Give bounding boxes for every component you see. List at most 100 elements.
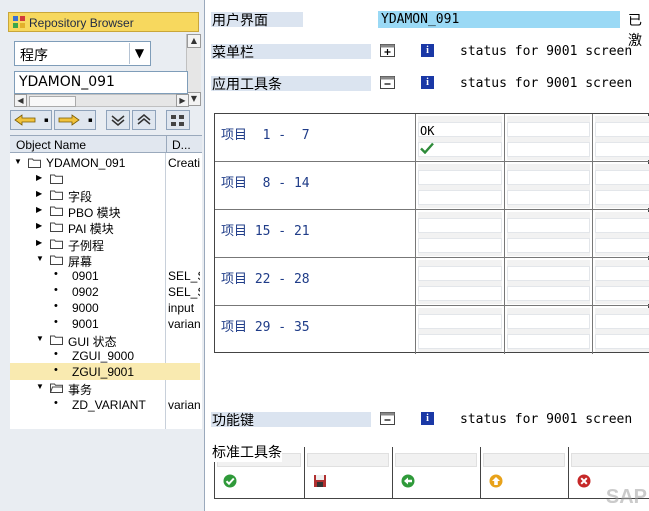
scrollbar-thumb[interactable] bbox=[29, 96, 76, 107]
tree-node[interactable]: ▶ 字段 bbox=[10, 186, 200, 204]
tree-node-label: 0902 bbox=[72, 284, 99, 299]
tree-node[interactable]: • 0902 SEL_S bbox=[10, 283, 200, 300]
function-text-field[interactable] bbox=[595, 238, 649, 253]
scroll-down-arrow-icon[interactable]: ▼ bbox=[187, 92, 201, 106]
scroll-left-arrow-icon[interactable]: ◀ bbox=[14, 94, 27, 107]
tree-node[interactable]: • ZGUI_9001 bbox=[10, 363, 200, 381]
collapse-node-icon[interactable]: ▼ bbox=[14, 157, 22, 166]
tree-node[interactable]: • 9001 variant bbox=[10, 315, 200, 332]
tree-node[interactable]: ▶ 子例程 bbox=[10, 235, 200, 253]
expand-node-icon[interactable]: ▶ bbox=[36, 189, 42, 198]
function-text-field[interactable] bbox=[507, 142, 590, 157]
chevron-down-icon[interactable]: ▼ bbox=[129, 43, 149, 64]
function-code-field[interactable] bbox=[418, 170, 502, 185]
collapse-node-icon[interactable]: ▼ bbox=[36, 382, 44, 391]
column-header-description[interactable]: D... bbox=[172, 138, 191, 152]
std-toolbar-cell[interactable] bbox=[481, 447, 569, 498]
object-type-dropdown[interactable]: 程序 ▼ bbox=[14, 41, 151, 66]
expand-node-icon[interactable]: ▶ bbox=[36, 238, 42, 247]
tree-node[interactable]: ▶ bbox=[10, 170, 200, 187]
folder-icon bbox=[50, 190, 63, 201]
tree-node[interactable]: ▶ PBO 模块 bbox=[10, 202, 200, 220]
collapse-subtree-button[interactable] bbox=[132, 110, 156, 130]
next-object-button[interactable]: ▪ bbox=[54, 110, 96, 130]
function-code-field[interactable] bbox=[418, 314, 502, 329]
expand-menu-icon[interactable] bbox=[380, 44, 395, 57]
function-code-field[interactable] bbox=[595, 266, 649, 281]
std-toolbar-cell[interactable] bbox=[393, 447, 481, 498]
tree-node-description: variant bbox=[168, 397, 200, 412]
folder-icon bbox=[50, 222, 63, 233]
collapse-toolbar-icon[interactable] bbox=[380, 76, 395, 89]
info-icon[interactable]: i bbox=[421, 412, 434, 425]
function-text-field[interactable] bbox=[507, 238, 590, 253]
function-text-field[interactable] bbox=[507, 286, 590, 301]
save-icon[interactable] bbox=[313, 474, 327, 488]
std-toolbar-cell[interactable] bbox=[305, 447, 393, 498]
bullet-icon: • bbox=[54, 316, 58, 328]
function-text-field[interactable] bbox=[595, 142, 649, 157]
ui-value-field[interactable]: YDAMON_091 bbox=[378, 11, 620, 28]
expand-subtree-button[interactable] bbox=[106, 110, 130, 130]
function-code-field[interactable] bbox=[507, 218, 590, 233]
bullet-icon: • bbox=[54, 283, 58, 296]
hierarchy-icon bbox=[171, 115, 184, 126]
tree-node-description: input bbox=[168, 300, 195, 315]
previous-object-button[interactable]: ▪ bbox=[10, 110, 52, 130]
function-text-field[interactable] bbox=[595, 334, 649, 349]
expand-node-icon[interactable]: ▶ bbox=[36, 205, 42, 214]
scroll-up-arrow-icon[interactable]: ▲ bbox=[187, 34, 201, 48]
collapse-node-icon[interactable]: ▼ bbox=[36, 254, 44, 263]
function-code-field[interactable] bbox=[418, 218, 502, 233]
collapse-function-keys-icon[interactable] bbox=[380, 412, 395, 425]
collapse-node-icon[interactable]: ▼ bbox=[36, 334, 44, 343]
expand-node-icon[interactable]: ▶ bbox=[36, 173, 42, 182]
info-icon[interactable]: i bbox=[421, 76, 434, 89]
tree-node[interactable]: • ZD_VARIANT variant bbox=[10, 396, 200, 413]
function-code-field[interactable] bbox=[507, 266, 590, 281]
function-code-field[interactable] bbox=[595, 314, 649, 329]
tree-node[interactable]: ▼ 屏幕 bbox=[10, 251, 200, 269]
function-code-field[interactable] bbox=[507, 122, 590, 137]
function-code-field[interactable] bbox=[595, 170, 649, 185]
tree-node[interactable]: ▼ GUI 状态 bbox=[10, 331, 200, 349]
info-icon[interactable]: i bbox=[421, 44, 434, 57]
object-name-input[interactable]: YDAMON_091 bbox=[14, 71, 188, 94]
field-horizontal-scrollbar[interactable]: ◀ ▶ bbox=[14, 94, 189, 107]
tree-node[interactable]: ▶ PAI 模块 bbox=[10, 218, 200, 236]
function-text-field[interactable] bbox=[595, 286, 649, 301]
scroll-right-arrow-icon[interactable]: ▶ bbox=[176, 94, 189, 107]
function-code-field[interactable] bbox=[507, 314, 590, 329]
function-text-field[interactable] bbox=[418, 334, 502, 349]
function-text-field[interactable] bbox=[595, 190, 649, 205]
back-icon[interactable] bbox=[401, 474, 415, 488]
hierarchy-button[interactable] bbox=[166, 110, 190, 130]
tree-node[interactable]: • ZGUI_9000 bbox=[10, 347, 200, 364]
exit-icon[interactable] bbox=[489, 474, 503, 488]
tree-node-label: ZGUI_9000 bbox=[72, 349, 135, 364]
app-toolbar-text: status for 9001 screen bbox=[460, 76, 633, 91]
function-code-field[interactable] bbox=[595, 218, 649, 233]
tree-node[interactable]: • 0901 SEL_S bbox=[10, 267, 200, 284]
check-icon[interactable] bbox=[223, 474, 237, 488]
function-text-field[interactable] bbox=[507, 334, 590, 349]
tree-node-label: ZD_VARIANT bbox=[72, 397, 146, 412]
function-text-field[interactable] bbox=[418, 238, 502, 253]
tree-node[interactable]: ▼ 事务 bbox=[10, 379, 200, 397]
tree-node[interactable]: ▼ YDAMON_091 Creati bbox=[10, 154, 200, 171]
checkmark-icon bbox=[420, 142, 434, 154]
folder-icon bbox=[50, 206, 63, 217]
function-code-field[interactable] bbox=[507, 170, 590, 185]
dropdown-marker-icon: ▪ bbox=[88, 116, 93, 124]
expand-all-icon bbox=[111, 115, 125, 126]
function-text-field[interactable] bbox=[507, 190, 590, 205]
function-code-field[interactable] bbox=[595, 122, 649, 137]
function-code-field[interactable] bbox=[418, 266, 502, 281]
function-text-field[interactable] bbox=[418, 286, 502, 301]
expand-node-icon[interactable]: ▶ bbox=[36, 221, 42, 230]
cancel-icon[interactable] bbox=[577, 474, 591, 488]
column-separator[interactable] bbox=[166, 136, 167, 153]
column-header-object-name[interactable]: Object Name bbox=[16, 138, 86, 152]
function-text-field[interactable] bbox=[418, 190, 502, 205]
tree-node[interactable]: • 9000 input bbox=[10, 299, 200, 316]
